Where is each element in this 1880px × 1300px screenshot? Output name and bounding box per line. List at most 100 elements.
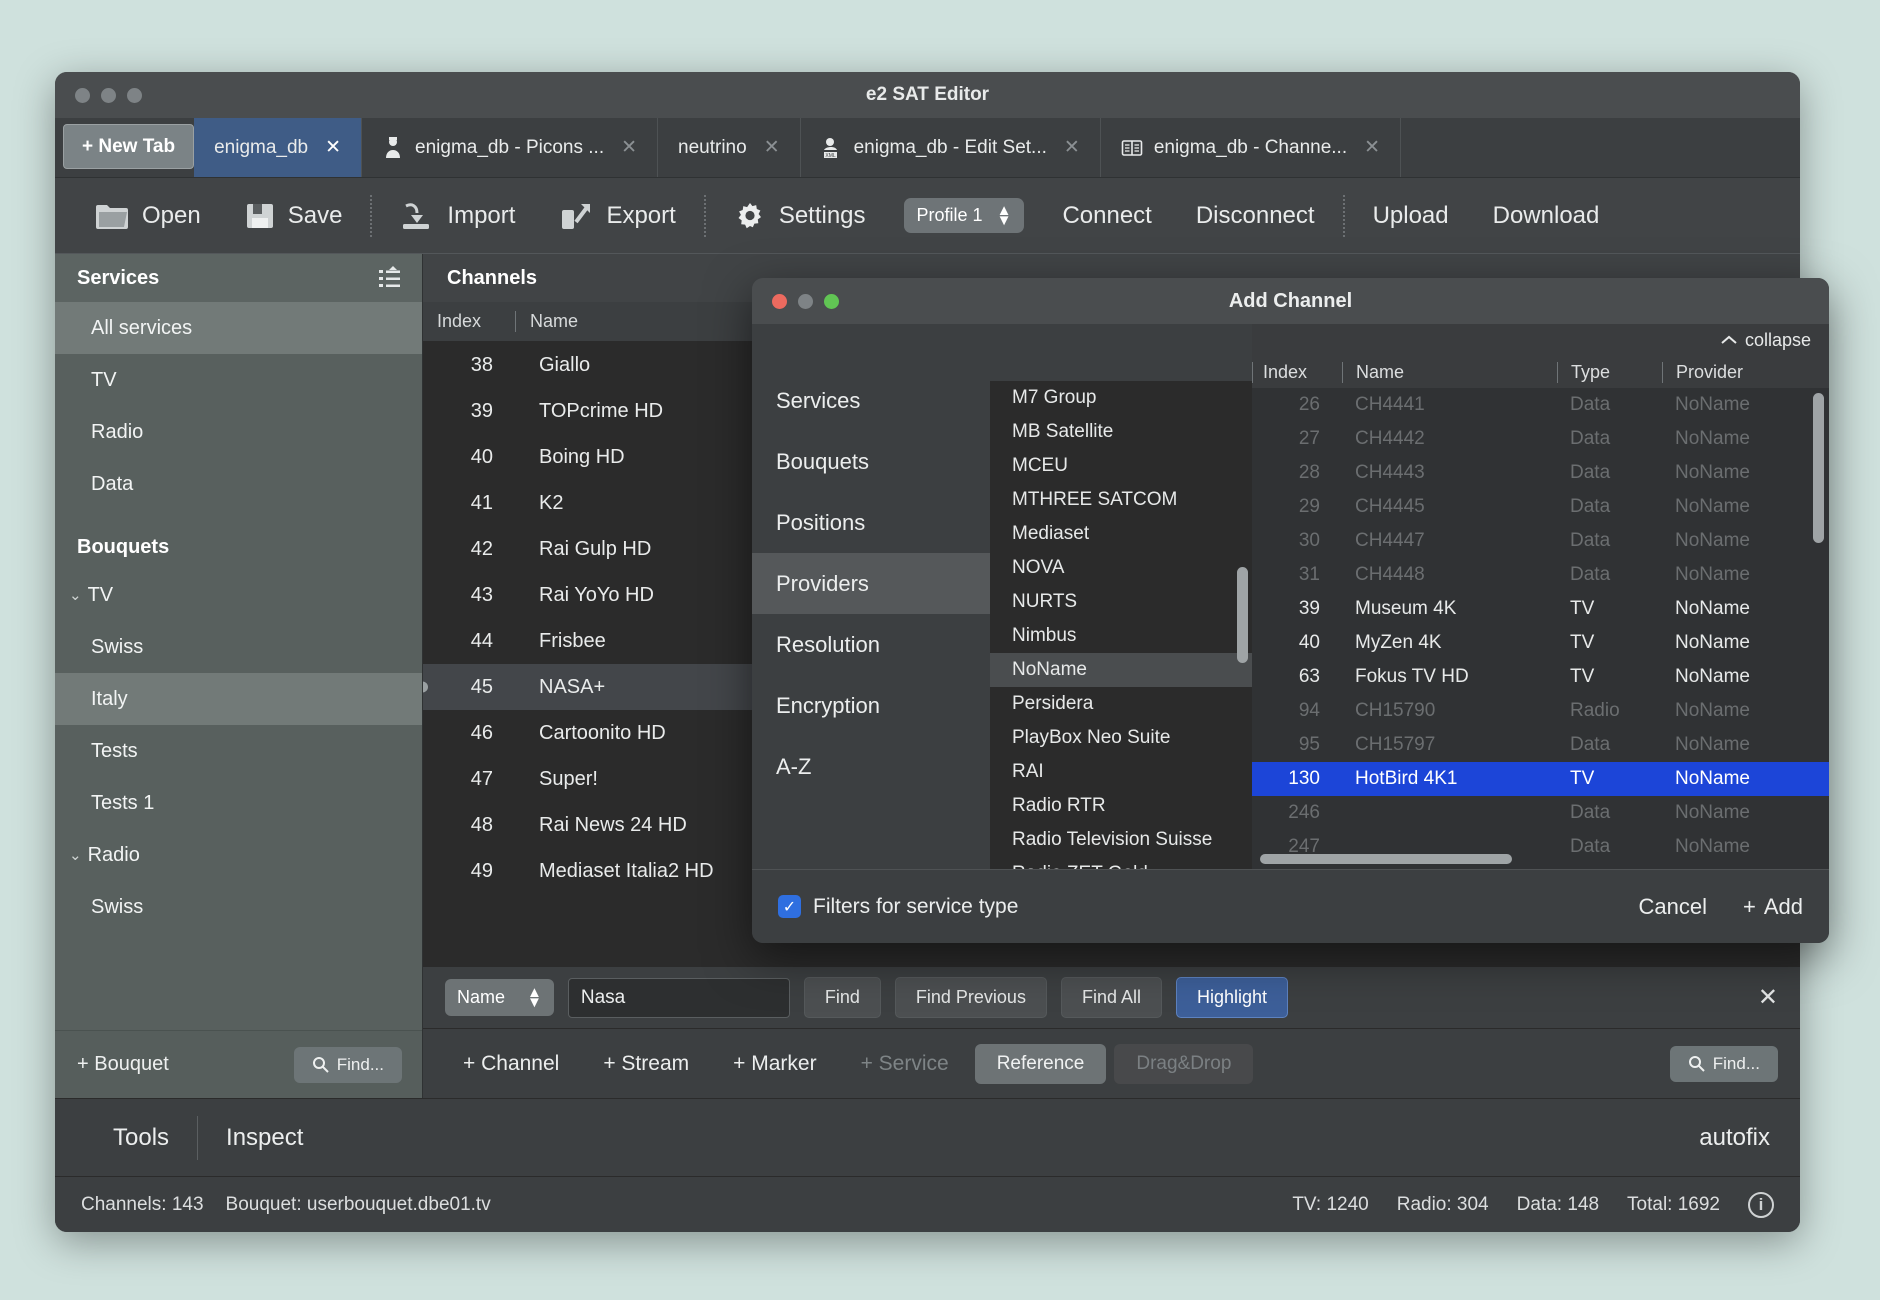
- list-item[interactable]: MB Satellite: [990, 415, 1252, 449]
- find-all-button[interactable]: Find All: [1060, 977, 1162, 1018]
- tab-neutrino[interactable]: neutrino ✕: [658, 118, 801, 177]
- table-row[interactable]: 26 CH4441 Data NoName: [1252, 388, 1829, 422]
- table-row[interactable]: 28 CH4443 Data NoName: [1252, 456, 1829, 490]
- list-item[interactable]: PlayBox Neo Suite: [990, 721, 1252, 755]
- table-horizontal-scrollbar[interactable]: [1260, 854, 1512, 864]
- table-row[interactable]: 31 CH4448 Data NoName: [1252, 558, 1829, 592]
- minimize-window-button[interactable]: [101, 87, 116, 103]
- add-button[interactable]: + Add: [1743, 894, 1803, 920]
- sidebar-bouquet-swiss[interactable]: Swiss: [55, 621, 422, 673]
- list-item[interactable]: NURTS: [990, 585, 1252, 619]
- upload-button[interactable]: Upload: [1351, 178, 1471, 253]
- list-item[interactable]: Radio RTR: [990, 789, 1252, 823]
- dialog-nav-encryption[interactable]: Encryption: [752, 675, 990, 736]
- close-icon[interactable]: ✕: [621, 136, 637, 159]
- table-row[interactable]: 63 Fokus TV HD TV NoName: [1252, 660, 1829, 694]
- tab-enigma-db-channels[interactable]: enigma_db - Channe... ✕: [1101, 118, 1402, 177]
- tab-enigma-db-edit-settings[interactable]: XML enigma_db - Edit Set... ✕: [801, 118, 1101, 177]
- sidebar-bouquet-group-tv[interactable]: ⌄ TV: [55, 569, 422, 621]
- list-item[interactable]: MCEU: [990, 449, 1252, 483]
- close-icon[interactable]: ✕: [325, 136, 341, 159]
- new-tab-button[interactable]: + New Tab: [63, 124, 195, 169]
- autofix-button[interactable]: autofix: [1699, 1124, 1770, 1152]
- disconnect-button[interactable]: Disconnect: [1174, 178, 1337, 253]
- dialog-table-rows[interactable]: 26 CH4441 Data NoName 27 CH4442 Data NoN…: [1252, 388, 1829, 869]
- add-channel-button[interactable]: + Channel: [445, 1052, 577, 1076]
- table-row[interactable]: 29 CH4445 Data NoName: [1252, 490, 1829, 524]
- table-row[interactable]: 130 HotBird 4K1 TV NoName: [1252, 762, 1829, 796]
- inspect-button[interactable]: Inspect: [198, 1116, 331, 1160]
- chevron-down-icon[interactable]: ⌄: [69, 586, 82, 604]
- profile-select[interactable]: Profile 1 ▲ ▼: [903, 198, 1025, 233]
- channels-find-button[interactable]: Find...: [1669, 1045, 1778, 1082]
- table-row[interactable]: 40 MyZen 4K TV NoName: [1252, 626, 1829, 660]
- sidebar-item-tv[interactable]: TV: [55, 354, 422, 406]
- sidebar-item-all-services[interactable]: All services: [55, 302, 422, 354]
- table-row[interactable]: 95 CH15797 Data NoName: [1252, 728, 1829, 762]
- save-button[interactable]: Save: [223, 178, 365, 253]
- table-row[interactable]: 27 CH4442 Data NoName: [1252, 422, 1829, 456]
- close-icon[interactable]: ✕: [1364, 136, 1380, 159]
- export-button[interactable]: Export: [537, 178, 697, 253]
- search-input[interactable]: [567, 977, 790, 1018]
- column-header-name[interactable]: Name: [1342, 361, 1557, 383]
- list-item[interactable]: M7 Group: [990, 381, 1252, 415]
- list-item[interactable]: RAI: [990, 755, 1252, 789]
- add-bouquet-button[interactable]: + Bouquet: [77, 1053, 169, 1076]
- dialog-nav-resolution[interactable]: Resolution: [752, 614, 990, 675]
- close-icon[interactable]: ✕: [1064, 136, 1080, 159]
- list-item[interactable]: Persidera: [990, 687, 1252, 721]
- column-header-index[interactable]: Index: [1252, 361, 1342, 383]
- list-item[interactable]: Radio Television Suisse: [990, 823, 1252, 857]
- add-stream-button[interactable]: + Stream: [585, 1052, 707, 1076]
- dialog-nav-a-z[interactable]: A-Z: [752, 736, 990, 797]
- dialog-nav-bouquets[interactable]: Bouquets: [752, 431, 990, 492]
- tab-enigma-db[interactable]: enigma_db ✕: [194, 118, 363, 177]
- open-button[interactable]: Open: [73, 178, 223, 253]
- chevron-down-icon[interactable]: ⌄: [69, 846, 82, 864]
- sidebar-item-data[interactable]: Data: [55, 458, 422, 510]
- column-header-provider[interactable]: Provider: [1662, 361, 1829, 383]
- providers-list[interactable]: M7 Group MB Satellite MCEU MTHREE SATCOM…: [990, 381, 1252, 869]
- close-window-button[interactable]: [75, 87, 90, 103]
- table-row[interactable]: 39 Museum 4K TV NoName: [1252, 592, 1829, 626]
- import-button[interactable]: Import: [378, 178, 537, 253]
- filters-checkbox[interactable]: ✓: [778, 895, 801, 918]
- info-icon[interactable]: i: [1748, 1191, 1774, 1218]
- reference-toggle[interactable]: Reference: [974, 1043, 1107, 1084]
- find-button[interactable]: Find: [803, 977, 881, 1018]
- find-previous-button[interactable]: Find Previous: [894, 977, 1047, 1018]
- add-marker-button[interactable]: + Marker: [715, 1052, 834, 1076]
- table-row[interactable]: 94 CH15790 Radio NoName: [1252, 694, 1829, 728]
- dialog-nav-services[interactable]: Services: [752, 370, 990, 431]
- table-row[interactable]: 30 CH4447 Data NoName: [1252, 524, 1829, 558]
- tab-enigma-db-picons[interactable]: enigma_db - Picons ... ✕: [362, 118, 659, 177]
- close-icon[interactable]: ✕: [764, 136, 780, 159]
- chevron-up-down-icon[interactable]: ▲ ▼: [527, 985, 542, 1010]
- list-item[interactable]: NOVA: [990, 551, 1252, 585]
- table-vertical-scrollbar[interactable]: [1813, 393, 1824, 543]
- sidebar-bouquet-group-radio[interactable]: ⌄ Radio: [55, 829, 422, 881]
- list-item[interactable]: MTHREE SATCOM: [990, 483, 1252, 517]
- sidebar-bouquet-tests-1[interactable]: Tests 1: [55, 777, 422, 829]
- window-traffic-lights[interactable]: [75, 87, 142, 103]
- sidebar-bouquet-italy[interactable]: Italy: [55, 673, 422, 725]
- connect-button[interactable]: Connect: [1040, 178, 1173, 253]
- list-item[interactable]: NoName: [990, 653, 1252, 687]
- cancel-button[interactable]: Cancel: [1639, 894, 1707, 920]
- list-options-icon[interactable]: [378, 266, 404, 290]
- maximize-window-button[interactable]: [127, 87, 142, 103]
- dialog-nav-positions[interactable]: Positions: [752, 492, 990, 553]
- chevron-up-down-icon[interactable]: ▲ ▼: [997, 203, 1012, 228]
- find-field-select[interactable]: Name ▲ ▼: [445, 979, 554, 1016]
- tools-button[interactable]: Tools: [85, 1116, 197, 1160]
- table-row[interactable]: 246 Data NoName: [1252, 796, 1829, 830]
- sidebar-find-button[interactable]: Find...: [293, 1046, 402, 1083]
- sidebar-bouquet-tests[interactable]: Tests: [55, 725, 422, 777]
- list-item[interactable]: Radio ZET Gold: [990, 857, 1252, 869]
- column-header-type[interactable]: Type: [1557, 361, 1662, 383]
- providers-scrollbar[interactable]: [1237, 567, 1248, 663]
- settings-button[interactable]: Settings: [712, 178, 888, 253]
- highlight-button[interactable]: Highlight: [1175, 977, 1289, 1018]
- close-find-bar-icon[interactable]: ✕: [1758, 983, 1778, 1012]
